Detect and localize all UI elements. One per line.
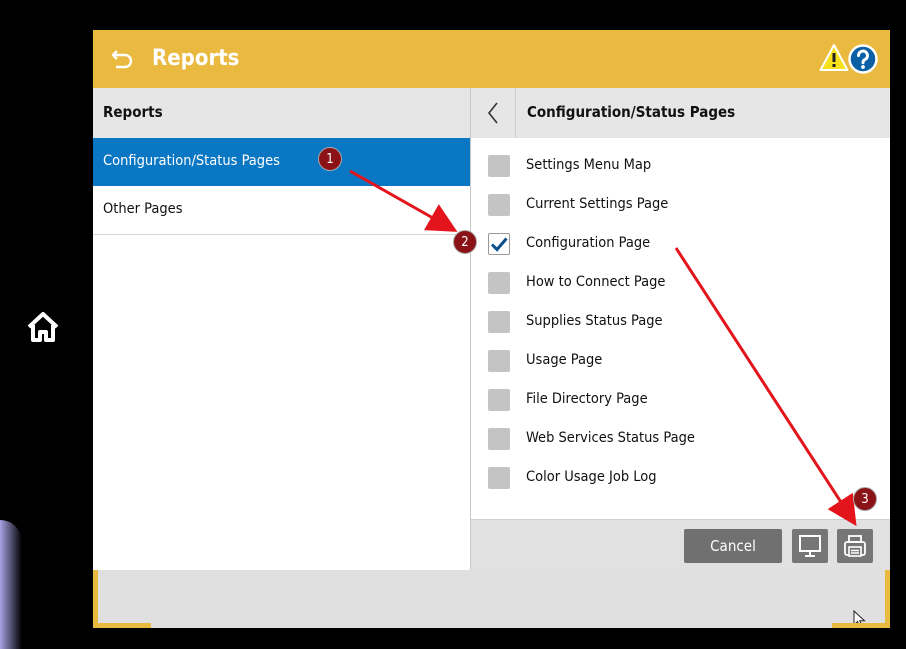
annotation-badge-2: 2 [453,230,477,254]
annotation-badge-3: 3 [853,487,877,511]
arrow-1-to-2 [349,169,458,232]
annotation-badge-1: 1 [318,147,342,171]
printer-control-panel: Reports Reports Configuration/Status Pag… [0,0,906,649]
arrow-2-to-3 [674,247,857,527]
annotation-arrows [349,169,857,527]
